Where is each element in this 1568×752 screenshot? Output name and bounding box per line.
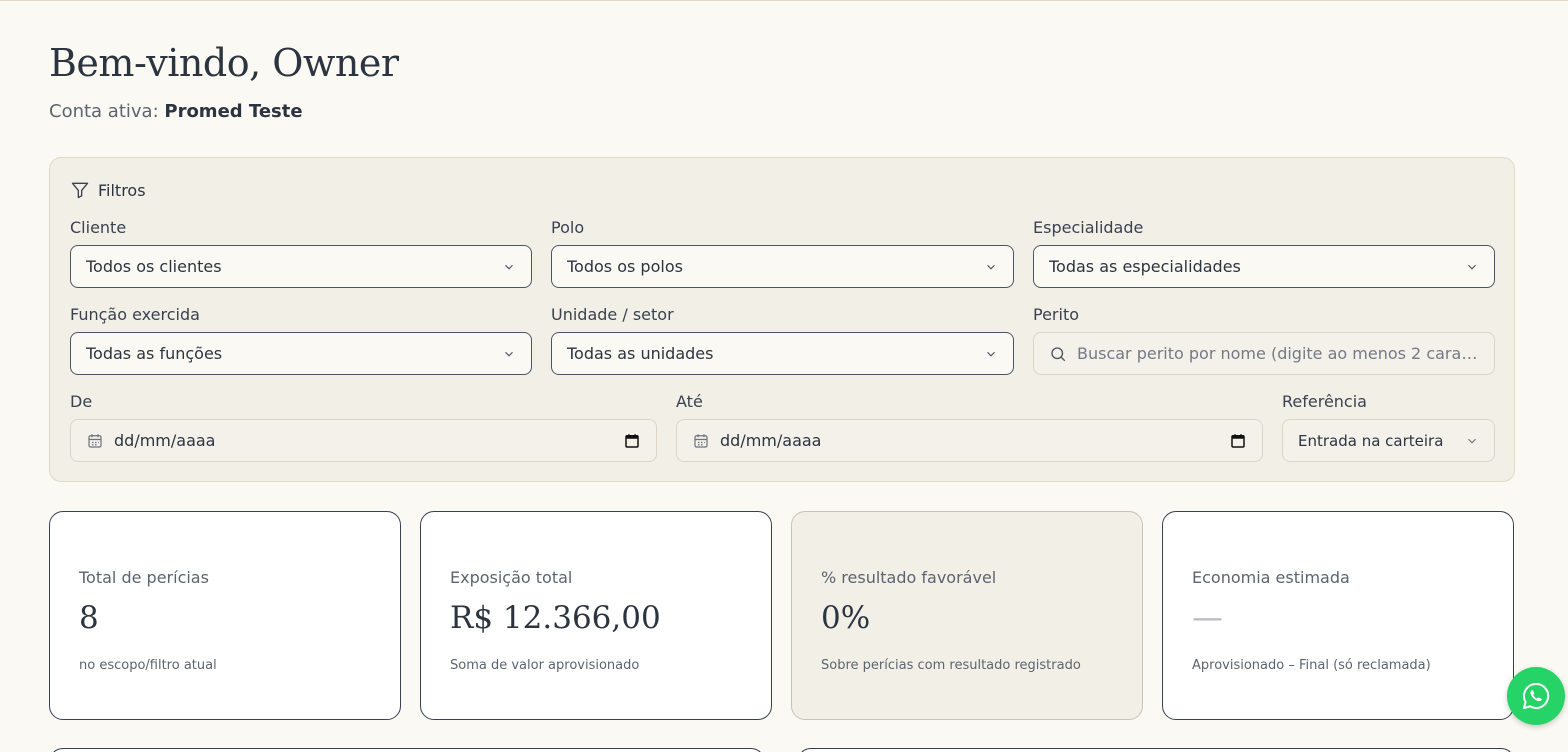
funcao-value: Todas as funções [86, 344, 223, 363]
chart-card-left [49, 748, 765, 752]
kpi-description: Aprovisionado – Final (só reclamada) [1192, 658, 1431, 673]
kpi-value: R$ 12.366,00 [450, 600, 661, 636]
page-title: Bem-vindo, Owner [49, 41, 399, 85]
especialidade-field: Especialidade Todas as especialidades [1033, 218, 1495, 288]
chart-card-right [797, 748, 1515, 752]
ate-label: Até [676, 392, 703, 411]
filters-panel: Filtros Cliente Todos os clientes Polo T… [49, 157, 1515, 482]
funcao-select[interactable]: Todas as funções [70, 332, 532, 375]
perito-field: Perito Buscar perito por nome (digite ao… [1033, 305, 1495, 375]
referencia-value: Entrada na carteira [1298, 431, 1444, 450]
kpi-card-economia-estimada: Economia estimada — Aprovisionado – Fina… [1162, 511, 1514, 720]
calendar-picker-icon[interactable] [1229, 432, 1247, 450]
kpi-value: — [1192, 600, 1223, 636]
kpi-title: % resultado favorável [821, 568, 997, 587]
kpi-title: Economia estimada [1192, 568, 1350, 587]
funcao-label: Função exercida [70, 305, 200, 324]
kpi-card-resultado-favoravel: % resultado favorável 0% Sobre perícias … [791, 511, 1143, 720]
chevron-down-icon [1468, 264, 1476, 270]
kpi-value: 8 [79, 600, 99, 636]
de-value: dd/mm/aaaa [114, 431, 216, 450]
calendar-picker-icon[interactable] [623, 432, 641, 450]
unidade-value: Todas as unidades [567, 344, 714, 363]
filter-icon [71, 182, 89, 199]
funcao-field: Função exercida Todas as funções [70, 305, 532, 375]
cliente-select[interactable]: Todos os clientes [70, 245, 532, 288]
unidade-field: Unidade / setor Todas as unidades [551, 305, 1014, 375]
cliente-label: Cliente [70, 218, 127, 237]
whatsapp-icon [1523, 682, 1550, 709]
ate-field: Até dd/mm/aaaa [676, 392, 1263, 462]
ate-date-input[interactable]: dd/mm/aaaa [676, 419, 1263, 462]
polo-value: Todos os polos [567, 257, 683, 276]
active-account: Conta ativa: Promed Teste [49, 101, 303, 122]
kpi-description: Sobre perícias com resultado registrado [821, 658, 1081, 673]
kpi-title: Total de perícias [79, 568, 209, 587]
polo-label: Polo [551, 218, 585, 237]
account-label: Conta ativa: [49, 101, 159, 122]
calendar-icon [694, 433, 708, 448]
kpi-value: 0% [821, 600, 871, 636]
especialidade-select[interactable]: Todas as especialidades [1033, 245, 1495, 288]
de-field: De dd/mm/aaaa [70, 392, 657, 462]
referencia-select[interactable]: Entrada na carteira [1282, 419, 1495, 462]
cliente-value: Todos os clientes [86, 257, 222, 276]
kpi-description: no escopo/filtro atual [79, 658, 217, 673]
de-label: De [70, 392, 93, 411]
de-date-input[interactable]: dd/mm/aaaa [70, 419, 657, 462]
referencia-field: Referência Entrada na carteira [1282, 392, 1495, 462]
especialidade-label: Especialidade [1033, 218, 1144, 237]
perito-label: Perito [1033, 305, 1080, 324]
kpi-title: Exposição total [450, 568, 573, 587]
account-name: Promed Teste [164, 101, 303, 122]
perito-search-input[interactable]: Buscar perito por nome (digite ao menos … [1033, 332, 1495, 375]
unidade-label: Unidade / setor [551, 305, 674, 324]
whatsapp-button[interactable] [1507, 667, 1565, 725]
polo-field: Polo Todos os polos [551, 218, 1014, 288]
kpi-card-exposicao-total: Exposição total R$ 12.366,00 Soma de val… [420, 511, 772, 720]
calendar-icon [88, 433, 102, 448]
perito-placeholder: Buscar perito por nome (digite ao menos … [1077, 344, 1479, 363]
filters-header: Filtros [70, 180, 146, 200]
chevron-down-icon [987, 264, 995, 270]
filters-title: Filtros [98, 180, 146, 200]
referencia-label: Referência [1282, 392, 1367, 411]
kpi-description: Soma de valor aprovisionado [450, 658, 640, 673]
unidade-select[interactable]: Todas as unidades [551, 332, 1014, 375]
chevron-down-icon [505, 264, 513, 270]
ate-value: dd/mm/aaaa [720, 431, 822, 450]
chevron-down-icon [1468, 438, 1476, 444]
search-icon [1051, 346, 1066, 361]
especialidade-value: Todas as especialidades [1049, 257, 1241, 276]
kpi-card-total-pericias: Total de perícias 8 no escopo/filtro atu… [49, 511, 401, 720]
chevron-down-icon [505, 351, 513, 357]
polo-select[interactable]: Todos os polos [551, 245, 1014, 288]
chevron-down-icon [987, 351, 995, 357]
cliente-field: Cliente Todos os clientes [70, 218, 532, 288]
